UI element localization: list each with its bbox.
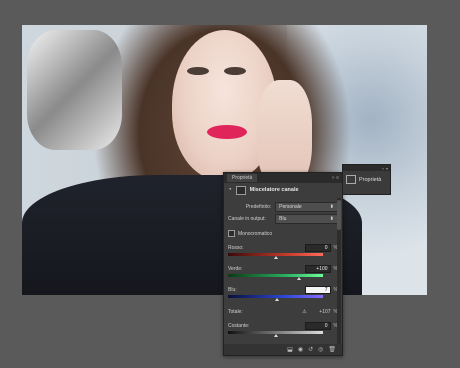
- mask-icon[interactable]: [235, 185, 246, 195]
- blue-label: Blu:: [228, 287, 237, 293]
- blue-value-field[interactable]: 7: [304, 286, 331, 294]
- clip-to-layer-icon[interactable]: ⬓: [287, 346, 293, 353]
- constant-value-field[interactable]: 0: [304, 322, 331, 330]
- properties-button-label: Proprietà: [359, 176, 382, 183]
- red-slider-handle[interactable]: [273, 256, 278, 259]
- red-slider[interactable]: [228, 253, 323, 259]
- total-value: +107: [319, 309, 331, 315]
- properties-button[interactable]: Proprietà: [346, 175, 387, 184]
- blue-slider[interactable]: [228, 295, 323, 301]
- green-row: Verde: +100 %: [228, 265, 338, 273]
- adjustment-layer-icon: ◔: [228, 187, 232, 193]
- trash-icon[interactable]: 🗑: [328, 346, 336, 353]
- properties-panel: Proprietà » ≡ ◔ Miscelatore canale Prede…: [223, 172, 343, 356]
- green-slider[interactable]: [228, 274, 323, 280]
- constant-row: Costante: 0 %: [228, 322, 338, 330]
- panel-header: Proprietà » ≡: [224, 173, 342, 183]
- preset-select[interactable]: Personale ⬍: [275, 202, 338, 212]
- green-value-field[interactable]: +100: [304, 265, 331, 273]
- panel-scrollbar[interactable]: [337, 198, 341, 346]
- mini-panel-header: « ▾: [343, 165, 390, 171]
- output-label: Canale in output:: [228, 216, 266, 222]
- output-value: Blu: [279, 216, 287, 222]
- left-eye: [187, 67, 209, 75]
- monochrome-checkbox[interactable]: [228, 230, 235, 237]
- visibility-eye-icon[interactable]: ◎: [318, 346, 323, 353]
- red-row: Rosso: 0 %: [228, 244, 338, 252]
- monochrome-row: Monocromatico: [228, 230, 338, 237]
- constant-slider[interactable]: [228, 331, 323, 337]
- view-previous-icon[interactable]: ◉: [298, 346, 303, 353]
- red-label: Rosso:: [228, 245, 244, 251]
- green-slider-handle[interactable]: [297, 277, 302, 280]
- output-channel-row: Canale in output: Blu ⬍: [228, 214, 338, 224]
- collapse-icon[interactable]: » ≡: [332, 175, 339, 181]
- reset-icon[interactable]: ↺: [308, 346, 313, 353]
- expand-icon[interactable]: «: [382, 166, 384, 171]
- green-label: Verde:: [228, 266, 243, 272]
- preset-label: Predefinito:: [245, 204, 272, 210]
- red-value-field[interactable]: 0: [304, 244, 331, 252]
- constant-slider-handle[interactable]: [273, 334, 278, 337]
- scroll-thumb[interactable]: [337, 200, 341, 230]
- constant-label: Costante:: [228, 323, 250, 329]
- preset-row: Predefinito: Personale ⬍: [228, 202, 338, 212]
- silver-bracelet: [27, 30, 122, 150]
- preset-value: Personale: [279, 204, 302, 210]
- properties-icon: [346, 175, 356, 184]
- blue-row: Blu: 7 %: [228, 286, 338, 294]
- right-eye: [224, 67, 246, 75]
- output-select[interactable]: Blu ⬍: [275, 214, 338, 224]
- total-label: Totale:: [228, 309, 243, 315]
- collapsed-properties-panel: « ▾ Proprietà: [342, 164, 391, 195]
- lips: [207, 125, 247, 139]
- adjustment-title: Miscelatore canale: [249, 187, 299, 193]
- blue-slider-handle[interactable]: [275, 298, 280, 301]
- adjustment-title-row: ◔ Miscelatore canale: [224, 183, 342, 197]
- close-icon[interactable]: ▾: [386, 166, 388, 171]
- total-row: Totale: ⚠ +107 %: [228, 309, 338, 315]
- tab-properties[interactable]: Proprietà: [227, 174, 258, 182]
- monochrome-label: Monocromatico: [238, 230, 273, 237]
- warning-icon: ⚠: [302, 309, 307, 315]
- panel-footer: ⬓ ◉ ↺ ◎ 🗑: [224, 344, 342, 355]
